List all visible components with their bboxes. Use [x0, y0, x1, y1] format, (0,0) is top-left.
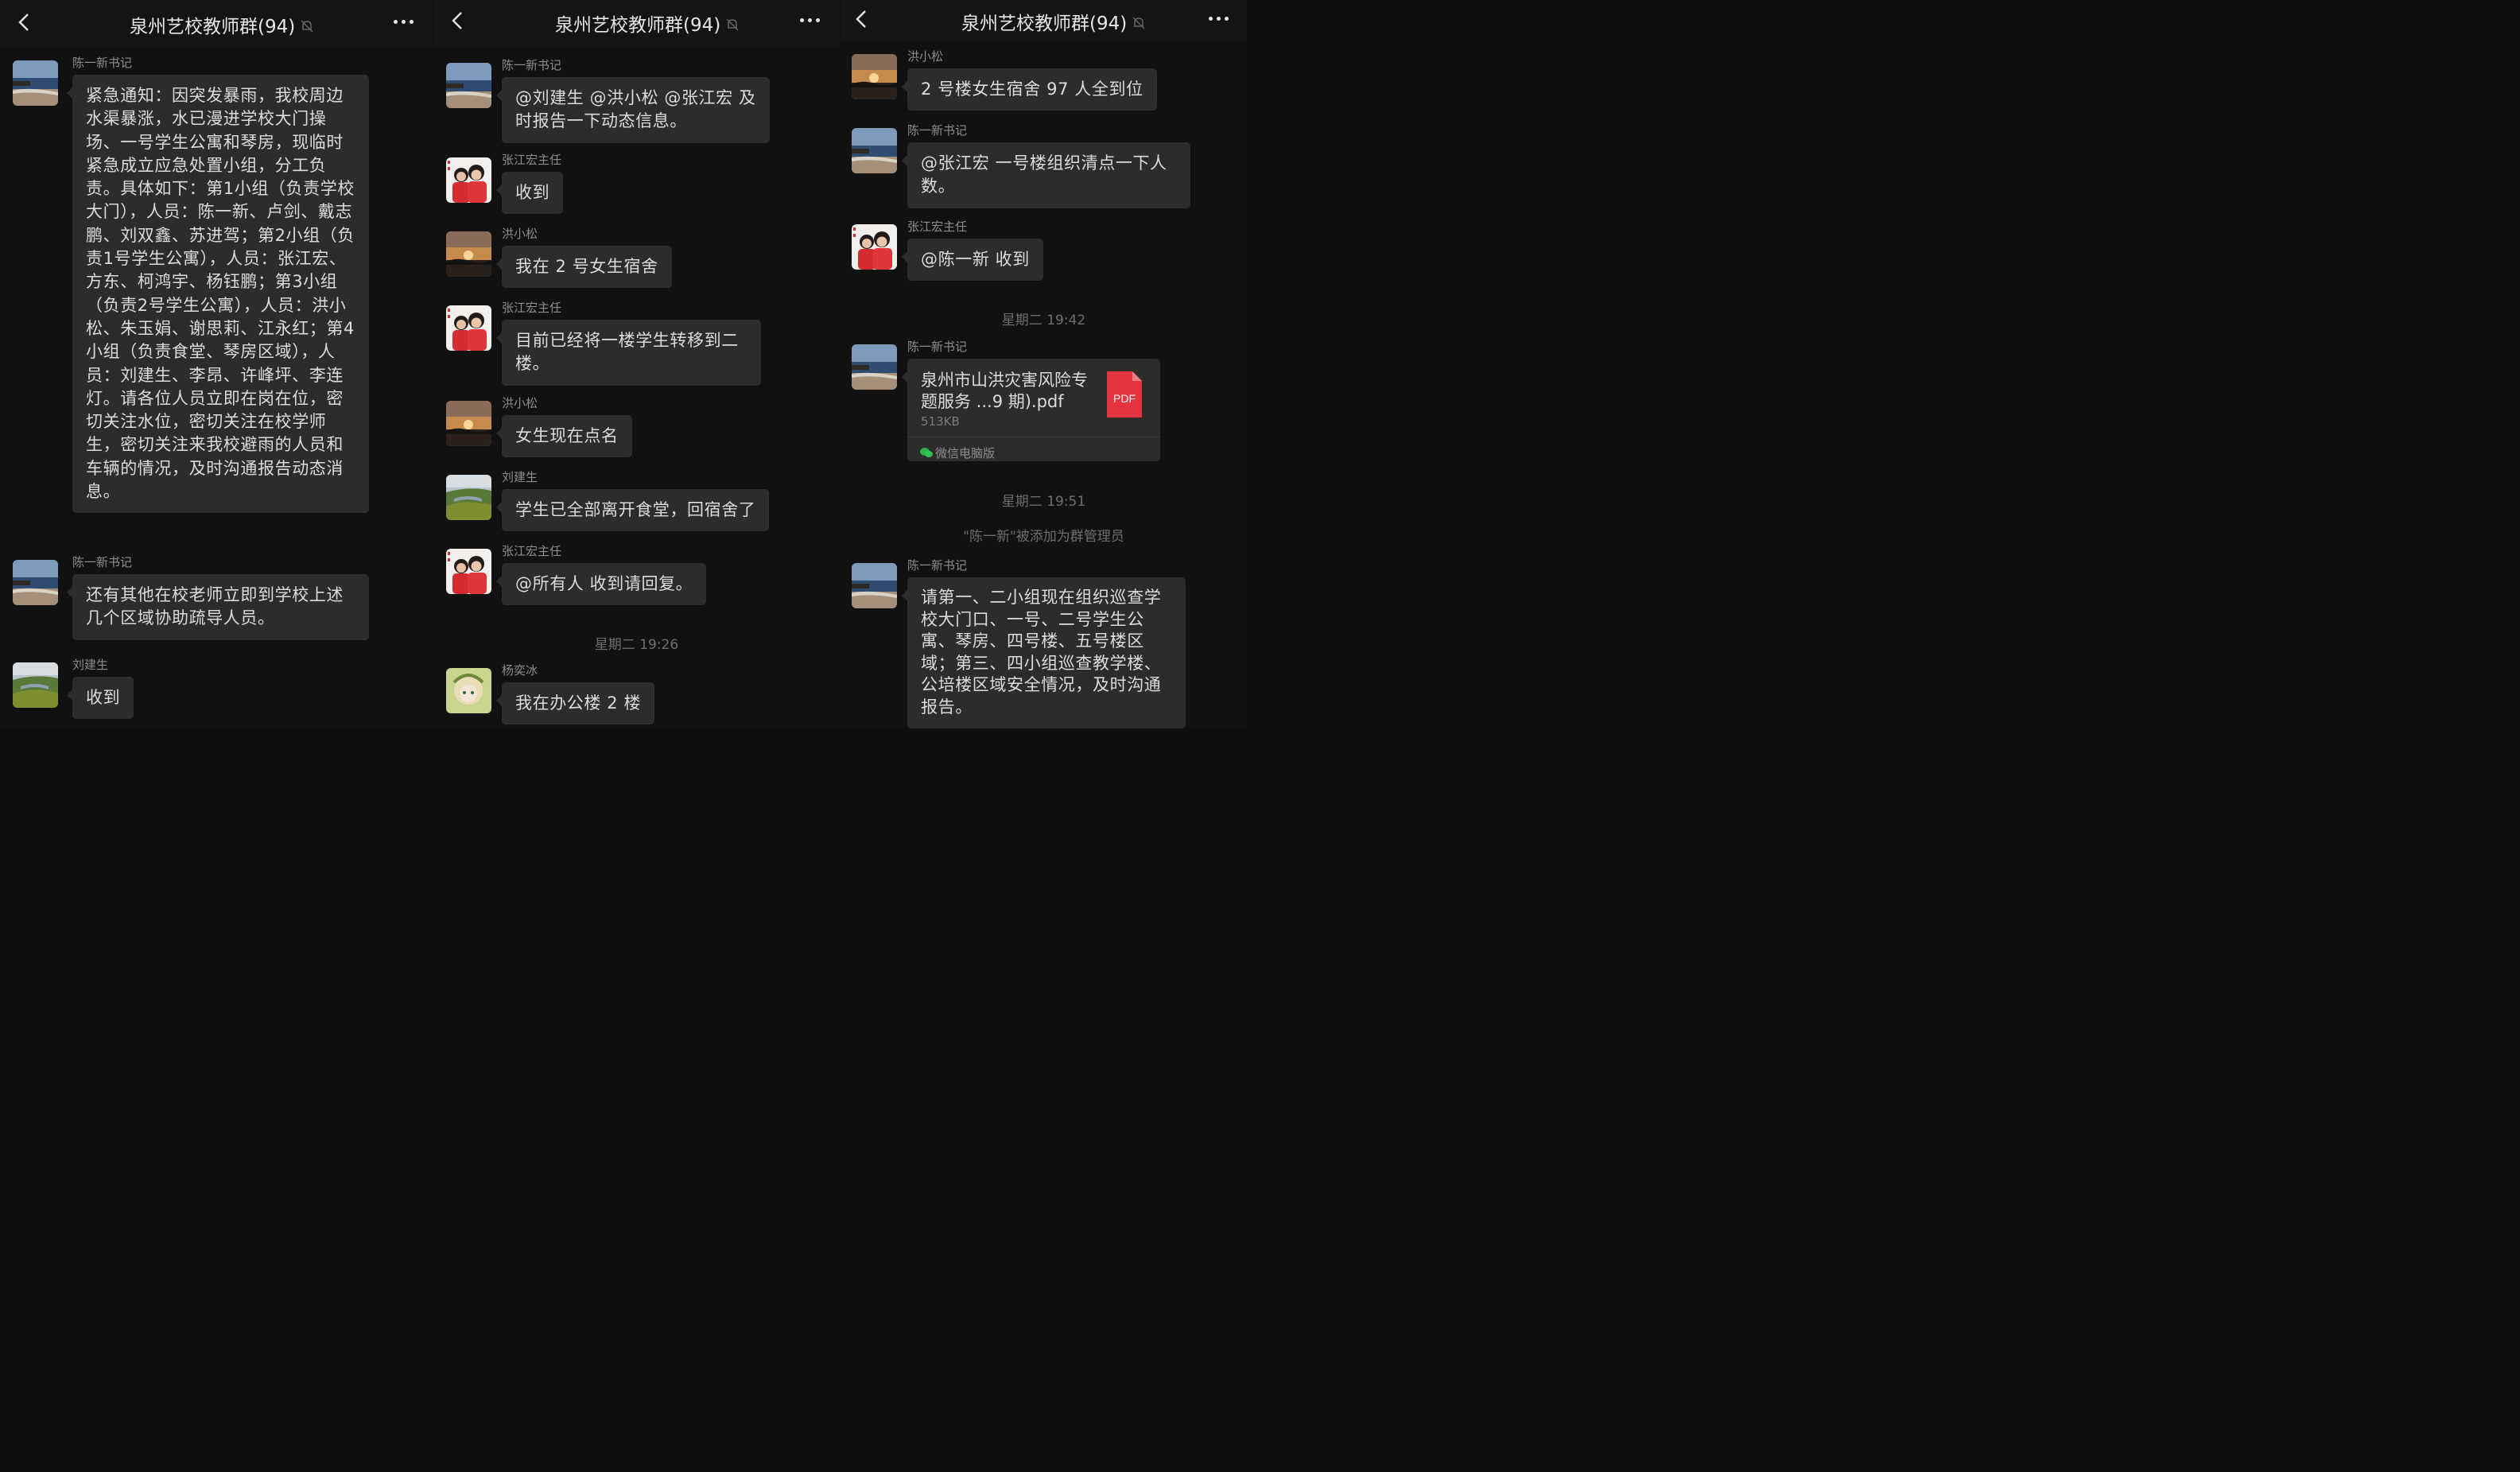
message-bubble[interactable]: 请第一、二小组现在组织巡查学校大门口、一号、二号学生公寓、琴房、四号楼、五号楼区… [902, 577, 1186, 728]
chat-panel-3: 泉州艺校教师群(94) 洪小松 2 号楼女生宿舍 97 人全到位 陈一新书记 @… [841, 0, 1247, 728]
sender-name: 刘建生 [72, 658, 109, 672]
chat-title-text: 泉州艺校教师群(94) [130, 17, 296, 37]
avatar[interactable] [446, 549, 491, 594]
mute-bell-icon [1132, 17, 1145, 29]
more-dots-icon[interactable] [798, 14, 822, 25]
chat-title: 泉州艺校教师群(94) [130, 11, 314, 38]
message-bubble[interactable]: 目前已经将一楼学生转移到二楼。 [496, 320, 761, 386]
mute-bell-icon [726, 18, 739, 31]
avatar[interactable] [13, 60, 58, 106]
sender-name: 陈一新书记 [907, 558, 968, 573]
chat-title-text: 泉州艺校教师群(94) [555, 15, 721, 36]
message-bubble[interactable]: 收到 [495, 172, 564, 215]
sender-name: 张江宏主任 [502, 153, 562, 167]
sender-name: 陈一新书记 [502, 58, 562, 72]
message-bubble[interactable]: 紧急通知：因突发暴雨，我校周边水渠暴涨，水已漫进学校大门操场、一号学生公寓和琴房… [67, 75, 369, 514]
back-arrow-icon[interactable] [450, 11, 466, 30]
avatar[interactable] [852, 128, 897, 173]
sender-name: 陈一新书记 [907, 123, 968, 138]
chat-header: 泉州艺校教师群(94) [433, 0, 840, 46]
avatar[interactable] [13, 560, 58, 605]
back-arrow-icon[interactable] [854, 10, 870, 29]
chat-title: 泉州艺校教师群(94) [555, 10, 740, 37]
message-bubble[interactable]: 女生现在点名 [496, 415, 632, 458]
chat-panel-2: 泉州艺校教师群(94) 陈一新书记 @刘建生 @洪小松 @张江宏 及时报告一下动… [433, 0, 840, 728]
chat-header: 泉州艺校教师群(94) [841, 0, 1247, 41]
pdf-icon: PDF [1107, 371, 1142, 418]
message-bubble[interactable]: @所有人 收到请回复。 [495, 563, 707, 606]
avatar[interactable] [446, 305, 491, 351]
sender-name: 洪小松 [502, 227, 538, 241]
file-name: 泉州市山洪灾害风险专题服务 ...9 期).pdf [921, 371, 1088, 411]
sender-name: 张江宏主任 [907, 219, 968, 234]
sender-name: 刘建生 [502, 470, 538, 484]
message-bubble[interactable]: 收到 [66, 677, 134, 720]
message-bubble[interactable]: 我在 2 号女生宿舍 [496, 246, 672, 289]
sender-name: 杨奕冰 [502, 663, 538, 678]
sender-name: 陈一新书记 [907, 340, 968, 354]
system-message: "陈一新"被添加为群管理员 [963, 529, 1124, 545]
message-bubble[interactable]: 还有其他在校老师立即到学校上述几个区域协助疏导人员。 [67, 574, 369, 640]
message-bubble[interactable]: @张江宏 一号楼组织清点一下人数。 [902, 142, 1190, 208]
chat-title: 泉州艺校教师群(94) [961, 8, 1146, 35]
file-attachment[interactable]: 泉州市山洪灾害风险专题服务 ...9 期).pdf 513KB PDF 微信电脑… [902, 359, 1160, 461]
avatar[interactable] [852, 224, 897, 270]
avatar[interactable] [446, 475, 491, 520]
more-dots-icon[interactable] [392, 16, 416, 27]
timestamp: 星期二 19:51 [1001, 494, 1086, 510]
file-source: 微信电脑版 [935, 446, 996, 460]
timestamp: 星期二 19:26 [594, 637, 679, 653]
chat-title-text: 泉州艺校教师群(94) [961, 14, 1128, 34]
sender-name: 陈一新书记 [72, 555, 133, 569]
more-dots-icon[interactable] [1207, 13, 1231, 24]
back-arrow-icon[interactable] [17, 13, 33, 32]
sender-name: 洪小松 [502, 396, 538, 410]
message-bubble[interactable]: 我在办公楼 2 楼 [495, 682, 655, 725]
chat-panel-1: 泉州艺校教师群(94) 陈一新书记 紧急通知：因突发暴雨，我校周边水渠暴涨，水已… [0, 0, 433, 728]
timestamp: 星期二 19:42 [1001, 313, 1086, 328]
file-size: 513KB [921, 414, 960, 429]
avatar[interactable] [446, 668, 491, 713]
avatar[interactable] [852, 344, 897, 390]
message-bubble[interactable]: 学生已全部离开食堂，回宿舍了 [495, 489, 770, 532]
sender-name: 张江宏主任 [502, 301, 562, 315]
avatar[interactable] [446, 157, 491, 203]
sender-name: 张江宏主任 [502, 544, 562, 558]
avatar[interactable] [446, 231, 491, 277]
message-bubble[interactable]: 2 号楼女生宿舍 97 人全到位 [902, 68, 1157, 111]
chat-header: 泉州艺校教师群(94) [0, 0, 433, 46]
avatar[interactable] [446, 63, 491, 108]
message-bubble[interactable]: @刘建生 @洪小松 @张江宏 及时报告一下动态信息。 [496, 77, 770, 143]
mute-bell-icon [301, 20, 313, 33]
avatar[interactable] [852, 563, 897, 608]
message-bubble[interactable]: @陈一新 收到 [902, 239, 1043, 282]
sender-name: 陈一新书记 [72, 56, 133, 70]
wechat-icon [920, 448, 933, 457]
sender-name: 洪小松 [907, 49, 944, 64]
avatar[interactable] [852, 54, 897, 99]
pdf-label: PDF [1113, 392, 1136, 405]
avatar[interactable] [446, 401, 491, 446]
avatar[interactable] [13, 662, 58, 708]
